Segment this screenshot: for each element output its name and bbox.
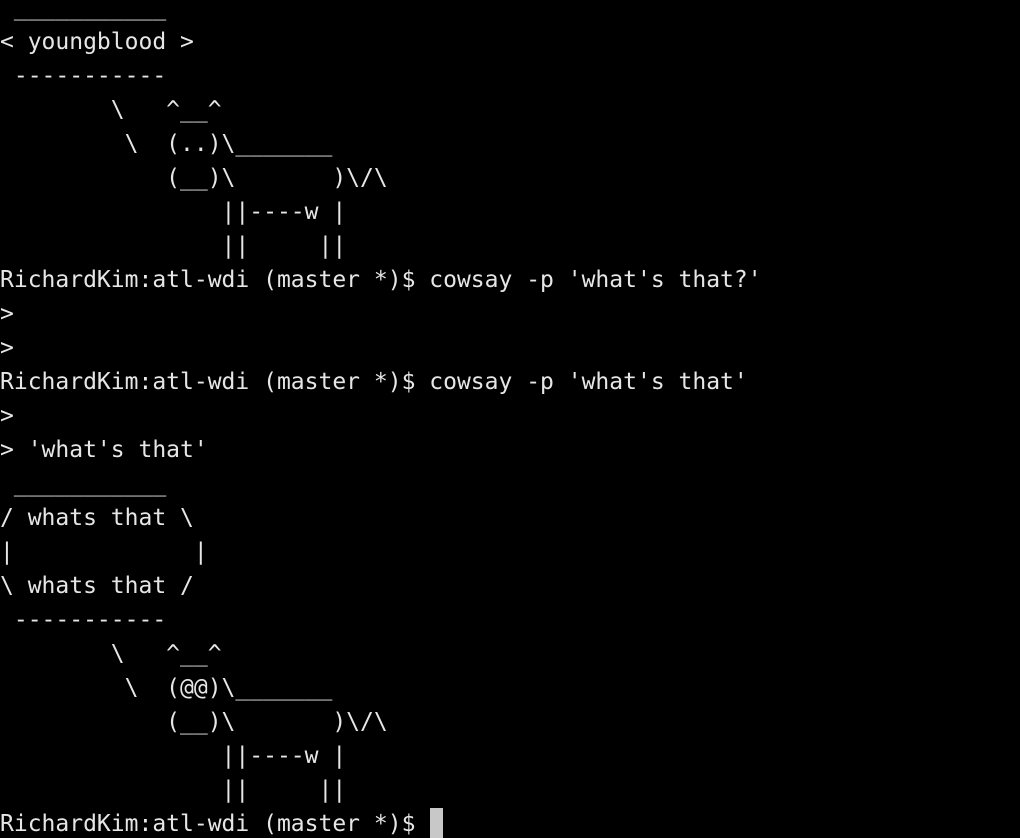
output-line: | | xyxy=(0,539,208,565)
shell-prompt: RichardKim:atl-wdi (master *)$ xyxy=(0,811,430,837)
continuation-line: > xyxy=(0,335,14,361)
command-line: RichardKim:atl-wdi (master *)$ cowsay -p… xyxy=(0,267,762,293)
continuation-line: > 'what's that' xyxy=(0,437,208,463)
prompt-line[interactable]: RichardKim:atl-wdi (master *)$ xyxy=(0,807,762,838)
output-line: \ (..)\_______ xyxy=(0,131,333,157)
terminal-window[interactable]: ___________ < youngblood > ----------- \… xyxy=(0,0,1020,838)
output-line: ----------- xyxy=(0,63,167,89)
output-line: \ ^__^ xyxy=(0,641,222,667)
output-line: ----------- xyxy=(0,607,167,633)
output-line: \ (@@)\_______ xyxy=(0,675,333,701)
output-line: ___________ xyxy=(0,471,167,497)
command-line: RichardKim:atl-wdi (master *)$ cowsay -p… xyxy=(0,369,748,395)
output-line: \ ^__^ xyxy=(0,97,222,123)
output-line: || || xyxy=(0,233,347,259)
output-line: ||----w | xyxy=(0,199,347,225)
continuation-line: > xyxy=(0,403,14,429)
output-line: ___________ xyxy=(0,0,167,21)
text-cursor[interactable] xyxy=(430,808,444,838)
output-line: / whats that \ xyxy=(0,505,194,531)
output-line: < youngblood > xyxy=(0,29,194,55)
output-line: || || xyxy=(0,777,347,803)
continuation-line: > xyxy=(0,301,14,327)
terminal-output: ___________ < youngblood > ----------- \… xyxy=(0,0,762,838)
output-line: (__)\ )\/\ xyxy=(0,165,388,191)
output-line: (__)\ )\/\ xyxy=(0,709,388,735)
output-line: ||----w | xyxy=(0,743,347,769)
output-line: \ whats that / xyxy=(0,573,194,599)
